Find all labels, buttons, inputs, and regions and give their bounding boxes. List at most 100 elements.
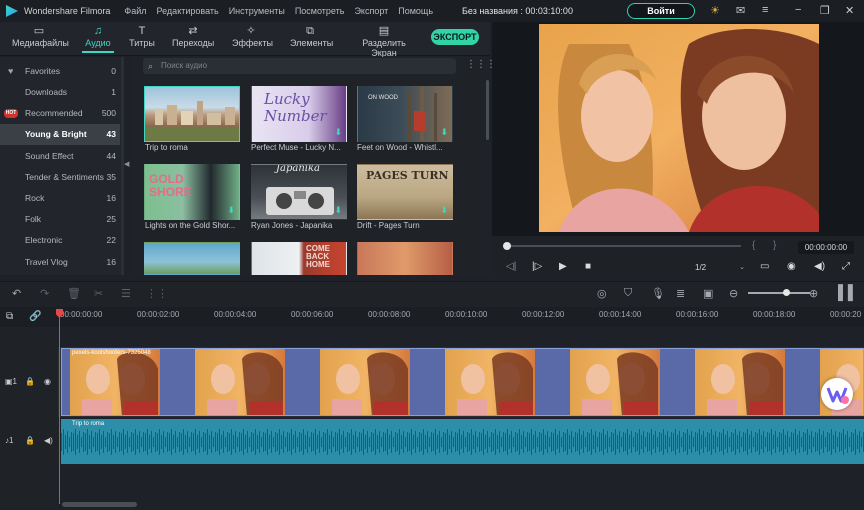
link-icon[interactable]: 🔗 bbox=[29, 311, 41, 322]
play-pause-icon[interactable]: |▷ bbox=[532, 261, 542, 272]
download-icon[interactable]: ⬇ bbox=[440, 205, 448, 216]
preview-video-frame bbox=[539, 24, 819, 232]
lock-icon[interactable]: 🔒 bbox=[25, 436, 35, 445]
audio-thumb-gold-shore[interactable]: GOLD SHORE ⬇ bbox=[144, 164, 240, 220]
menu-tools[interactable]: Инструменты bbox=[229, 6, 285, 16]
audio-clip[interactable] bbox=[61, 419, 864, 464]
audio-waveform bbox=[61, 419, 864, 464]
video-clip-name: pexels-koolshooters-7325048 bbox=[72, 350, 151, 356]
split-screen-icon: ▤ bbox=[378, 25, 390, 37]
bulb-icon[interactable]: ☀ bbox=[710, 4, 720, 17]
audio-thumb-autumn[interactable] bbox=[357, 242, 453, 275]
video-clip[interactable] bbox=[61, 348, 864, 416]
zoom-out-icon[interactable]: ⊖ bbox=[729, 287, 738, 300]
timeline-ruler[interactable]: 00:00:00:00 00:00:02:00 00:00:04:00 00:0… bbox=[0, 307, 864, 327]
menu-file[interactable]: Файл bbox=[124, 6, 146, 16]
delete-icon[interactable]: 🗑 bbox=[67, 287, 81, 300]
zoom-slider-track[interactable] bbox=[748, 292, 810, 294]
redo-icon[interactable]: ↷ bbox=[40, 287, 49, 300]
audio-thumb-tropical[interactable] bbox=[144, 242, 240, 275]
heart-icon: ♥ bbox=[8, 66, 14, 76]
speaker-icon[interactable]: ◀) bbox=[44, 436, 53, 445]
zoom-slider-knob[interactable] bbox=[783, 289, 790, 296]
wondershare-float-icon[interactable] bbox=[821, 378, 853, 410]
microphone-icon[interactable]: 🎙 bbox=[651, 287, 665, 300]
audio-thumb-japanika[interactable]: Japanika ⬇ bbox=[251, 164, 347, 220]
download-icon[interactable]: ⬇ bbox=[440, 127, 448, 138]
download-icon[interactable]: ⬇ bbox=[334, 127, 342, 138]
sidebar-item-travel-vlog[interactable]: Travel Vlog 16 bbox=[0, 252, 120, 273]
audio-wave-icon[interactable]: ⋮⋮ bbox=[146, 287, 168, 300]
preview-quality-select[interactable]: 1/2 ⌄ bbox=[695, 262, 747, 274]
pause-timeline-icon[interactable]: ▌▌ bbox=[838, 284, 858, 300]
sidebar-item-favorites[interactable]: ♥ Favorites 0 bbox=[0, 61, 120, 82]
minimize-icon[interactable]: − bbox=[795, 4, 801, 16]
audio-track-icon: ♪1 bbox=[5, 436, 14, 445]
menu-view[interactable]: Посмотреть bbox=[295, 6, 345, 16]
audio-thumb-feet-on-wood[interactable]: ON WOOD ⬇ bbox=[357, 86, 453, 142]
sidebar-item-folk[interactable]: Folk 25 bbox=[0, 209, 120, 230]
render-icon[interactable]: ◎ bbox=[597, 287, 607, 300]
zoom-in-icon[interactable]: ⊕ bbox=[809, 287, 818, 300]
tab-transitions[interactable]: ⇄ Переходы bbox=[172, 24, 214, 48]
login-button[interactable]: Войти bbox=[627, 3, 695, 19]
sidebar-item-rock[interactable]: Rock 16 bbox=[0, 188, 120, 209]
preview-progress-knob[interactable] bbox=[503, 242, 511, 250]
eye-icon[interactable]: ◉ bbox=[44, 377, 51, 386]
display-settings-icon[interactable]: ▭ bbox=[760, 261, 769, 272]
restore-icon[interactable]: ❐ bbox=[820, 4, 830, 17]
playhead[interactable] bbox=[59, 309, 60, 504]
sidebar-item-recommended[interactable]: HOT Recommended 500 bbox=[0, 103, 120, 124]
media-toolbar: ▭ Медиафайлы ♫ Аудио T Титры ⇄ Переходы … bbox=[0, 22, 490, 58]
snapshot-icon[interactable]: ◉ bbox=[787, 261, 796, 272]
library-scrollbar[interactable] bbox=[486, 80, 489, 140]
sidebar-item-downloads[interactable]: Downloads 1 bbox=[0, 82, 120, 103]
audio-thumb-lucky-number[interactable]: Lucky Number ⬇ bbox=[251, 86, 347, 142]
menu-icon[interactable]: ≡ bbox=[762, 4, 768, 16]
audio-thumb-come-back-home[interactable]: COME BACK HOME bbox=[251, 242, 347, 275]
sidebar-item-sound-effect[interactable]: Sound Effect 44 bbox=[0, 146, 120, 167]
sidebar-item-count: 0 bbox=[111, 66, 116, 76]
search-input[interactable]: ⌕ Поиск аудио bbox=[143, 58, 456, 74]
marker-icon[interactable]: ⛉ bbox=[624, 287, 632, 300]
mixer-icon[interactable]: ≣ bbox=[676, 287, 685, 300]
tab-effects[interactable]: ✧ Эффекты bbox=[232, 24, 273, 48]
fullscreen-icon[interactable]: ⤢ bbox=[842, 261, 850, 272]
tab-audio[interactable]: ♫ Аудио bbox=[82, 24, 114, 53]
lock-icon[interactable]: 🔒 bbox=[25, 377, 35, 386]
preview-progress-track[interactable] bbox=[507, 245, 741, 247]
download-icon[interactable]: ⬇ bbox=[227, 205, 235, 216]
menu-export[interactable]: Экспорт bbox=[354, 6, 388, 16]
sidebar-item-young-bright[interactable]: Young & Bright 43 bbox=[0, 124, 120, 145]
tab-titles[interactable]: T Титры bbox=[128, 24, 156, 48]
close-icon[interactable]: ✕ bbox=[845, 4, 854, 17]
come-back-home-art-text: COME BACK HOME bbox=[306, 244, 330, 269]
tab-media[interactable]: ▭ Медиафайлы bbox=[12, 24, 69, 48]
tab-split-screen[interactable]: ▤ Разделить Экран bbox=[351, 24, 417, 58]
cut-icon[interactable]: ✂ bbox=[94, 287, 103, 300]
mail-icon[interactable]: ✉ bbox=[736, 4, 745, 17]
play-icon[interactable]: ▶ bbox=[559, 261, 567, 272]
sidebar-item-electronic[interactable]: Electronic 22 bbox=[0, 230, 120, 251]
download-icon[interactable]: ⬇ bbox=[334, 205, 342, 216]
subtitle-icon[interactable]: ▣ bbox=[703, 287, 713, 300]
collapse-sidebar-icon[interactable]: ◀ bbox=[124, 160, 131, 170]
menu-edit[interactable]: Редактировать bbox=[157, 6, 219, 16]
mark-in-icon[interactable]: { bbox=[752, 240, 755, 251]
ruler-tick: 00:00:08:00 bbox=[368, 310, 411, 319]
tab-elements[interactable]: ⧉ Элементы bbox=[290, 24, 333, 48]
audio-thumb-trip-to-roma[interactable] bbox=[144, 86, 240, 142]
sidebar-item-tender[interactable]: Tender & Sentiments 35 bbox=[0, 167, 120, 188]
timeline-scrollbar[interactable] bbox=[62, 502, 137, 507]
menu-help[interactable]: Помощь bbox=[398, 6, 433, 16]
add-track-icon[interactable]: ⧉ bbox=[6, 311, 13, 322]
volume-icon[interactable]: ◀) bbox=[814, 261, 825, 272]
audio-thumb-pages-turn[interactable]: PAGES TURN ⬇ bbox=[357, 164, 453, 220]
export-button[interactable]: ЭКСПОРТ bbox=[431, 29, 479, 45]
previous-frame-icon[interactable]: ◁| bbox=[506, 261, 516, 272]
mark-out-icon[interactable]: } bbox=[773, 240, 776, 251]
stop-icon[interactable]: ■ bbox=[585, 261, 591, 272]
adjust-icon[interactable]: ☰ bbox=[121, 287, 131, 300]
lucky-number-art-text: Lucky Number bbox=[264, 90, 327, 125]
undo-icon[interactable]: ↶ bbox=[12, 287, 21, 300]
